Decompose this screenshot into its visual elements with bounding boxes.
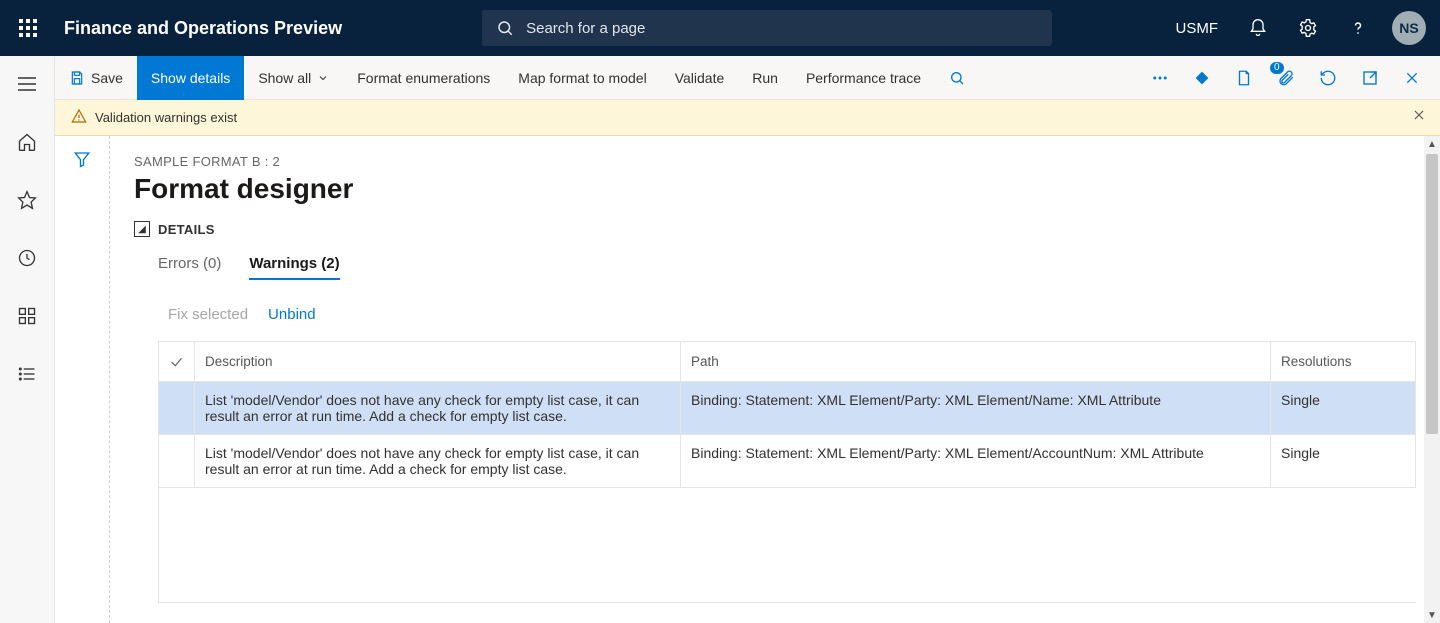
- message-close-button[interactable]: [1412, 108, 1426, 125]
- filter-button[interactable]: [73, 150, 91, 623]
- office-button[interactable]: [1226, 60, 1262, 96]
- filter-icon: [73, 150, 91, 168]
- office-icon: [1235, 69, 1253, 87]
- search-icon: [949, 70, 965, 86]
- map-format-button[interactable]: Map format to model: [504, 56, 660, 100]
- app-title: Finance and Operations Preview: [64, 18, 342, 39]
- filter-rail: [55, 136, 110, 623]
- col-description[interactable]: Description: [195, 342, 681, 381]
- performance-trace-button[interactable]: Performance trace: [792, 56, 935, 100]
- clock-icon: [17, 248, 37, 268]
- popout-icon: [1361, 69, 1379, 87]
- warnings-grid: Description Path Resolutions List 'model…: [158, 341, 1416, 603]
- run-button[interactable]: Run: [738, 56, 792, 100]
- chevron-down-icon: [317, 72, 329, 84]
- diamond-icon: [1193, 69, 1211, 87]
- power-button[interactable]: [1184, 60, 1220, 96]
- breadcrumb: SAMPLE FORMAT B : 2: [134, 154, 1416, 169]
- check-icon: [169, 354, 184, 370]
- nav-workspaces[interactable]: [7, 300, 47, 332]
- global-header: Finance and Operations Preview Search fo…: [0, 0, 1440, 56]
- bell-icon: [1248, 18, 1268, 38]
- page-title: Format designer: [134, 173, 1416, 205]
- cell-resolutions: Single: [1271, 435, 1416, 487]
- user-avatar[interactable]: NS: [1392, 11, 1426, 45]
- global-search[interactable]: Search for a page: [482, 10, 1052, 46]
- refresh-icon: [1319, 69, 1337, 87]
- show-all-button[interactable]: Show all: [244, 56, 343, 100]
- details-section-header[interactable]: ◢ DETAILS: [134, 221, 1416, 237]
- nav-modules[interactable]: [7, 358, 47, 390]
- select-all-checkbox[interactable]: [159, 342, 195, 381]
- tab-warnings[interactable]: Warnings (2): [249, 255, 339, 280]
- scroll-up-arrow[interactable]: ▲: [1424, 136, 1440, 152]
- attachments-button[interactable]: 0: [1268, 60, 1304, 96]
- search-icon: [496, 19, 514, 37]
- grid-icon: [17, 306, 37, 326]
- settings-button[interactable]: [1292, 12, 1324, 44]
- collapse-icon: ◢: [134, 221, 150, 237]
- col-resolutions[interactable]: Resolutions: [1271, 342, 1416, 381]
- warnings-toolbar: Fix selected Unbind: [168, 306, 1416, 323]
- cell-path: Binding: Statement: XML Element/Party: X…: [681, 382, 1271, 434]
- row-checkbox[interactable]: [159, 382, 195, 434]
- save-icon: [69, 70, 85, 86]
- nav-favorites[interactable]: [7, 184, 47, 216]
- vertical-scrollbar[interactable]: ▲ ▼: [1424, 136, 1440, 623]
- row-checkbox[interactable]: [159, 435, 195, 487]
- close-icon: [1404, 70, 1420, 86]
- grid-row[interactable]: List 'model/Vendor' does not have any ch…: [159, 435, 1416, 488]
- warning-icon: [71, 108, 87, 127]
- unbind-button[interactable]: Unbind: [268, 306, 316, 323]
- message-bar: Validation warnings exist: [55, 100, 1440, 136]
- legal-entity[interactable]: USMF: [1170, 20, 1225, 37]
- nav-toggle-button[interactable]: [7, 68, 47, 100]
- app-launcher-button[interactable]: [0, 0, 56, 56]
- cell-path: Binding: Statement: XML Element/Party: X…: [681, 435, 1271, 487]
- details-label: DETAILS: [158, 222, 215, 237]
- list-icon: [17, 364, 37, 384]
- message-text: Validation warnings exist: [95, 110, 237, 125]
- cell-description: List 'model/Vendor' does not have any ch…: [195, 435, 681, 487]
- nav-recent[interactable]: [7, 242, 47, 274]
- gear-icon: [1298, 18, 1318, 38]
- scroll-thumb[interactable]: [1426, 154, 1438, 434]
- nav-home[interactable]: [7, 126, 47, 158]
- close-page-button[interactable]: [1394, 60, 1430, 96]
- grid-row[interactable]: List 'model/Vendor' does not have any ch…: [159, 382, 1416, 435]
- col-path[interactable]: Path: [681, 342, 1271, 381]
- find-button[interactable]: [935, 56, 979, 100]
- ellipsis-icon: [1151, 69, 1169, 87]
- nav-rail: [0, 56, 55, 623]
- hamburger-icon: [17, 76, 37, 92]
- tab-errors[interactable]: Errors (0): [158, 255, 221, 280]
- close-icon: [1412, 108, 1426, 122]
- show-details-button[interactable]: Show details: [137, 56, 244, 100]
- save-button[interactable]: Save: [55, 56, 137, 100]
- home-icon: [17, 132, 37, 152]
- command-bar: Save Show details Show all Format enumer…: [55, 56, 1440, 100]
- more-actions-button[interactable]: [1142, 60, 1178, 96]
- refresh-button[interactable]: [1310, 60, 1346, 96]
- save-label: Save: [91, 70, 123, 86]
- format-enumerations-button[interactable]: Format enumerations: [343, 56, 504, 100]
- popout-button[interactable]: [1352, 60, 1388, 96]
- attachments-badge: 0: [1270, 62, 1284, 74]
- grid-header: Description Path Resolutions: [159, 342, 1416, 382]
- page-content: SAMPLE FORMAT B : 2 Format designer ◢ DE…: [110, 136, 1440, 623]
- details-tabs: Errors (0) Warnings (2): [158, 255, 1416, 280]
- cell-resolutions: Single: [1271, 382, 1416, 434]
- fix-selected-button: Fix selected: [168, 306, 248, 323]
- star-icon: [17, 190, 37, 210]
- validate-button[interactable]: Validate: [661, 56, 739, 100]
- notifications-button[interactable]: [1242, 12, 1274, 44]
- cell-description: List 'model/Vendor' does not have any ch…: [195, 382, 681, 434]
- search-placeholder: Search for a page: [526, 20, 645, 37]
- question-icon: [1348, 18, 1368, 38]
- waffle-icon: [19, 19, 37, 37]
- help-button[interactable]: [1342, 12, 1374, 44]
- show-all-label: Show all: [258, 70, 311, 86]
- scroll-down-arrow[interactable]: ▼: [1424, 607, 1440, 623]
